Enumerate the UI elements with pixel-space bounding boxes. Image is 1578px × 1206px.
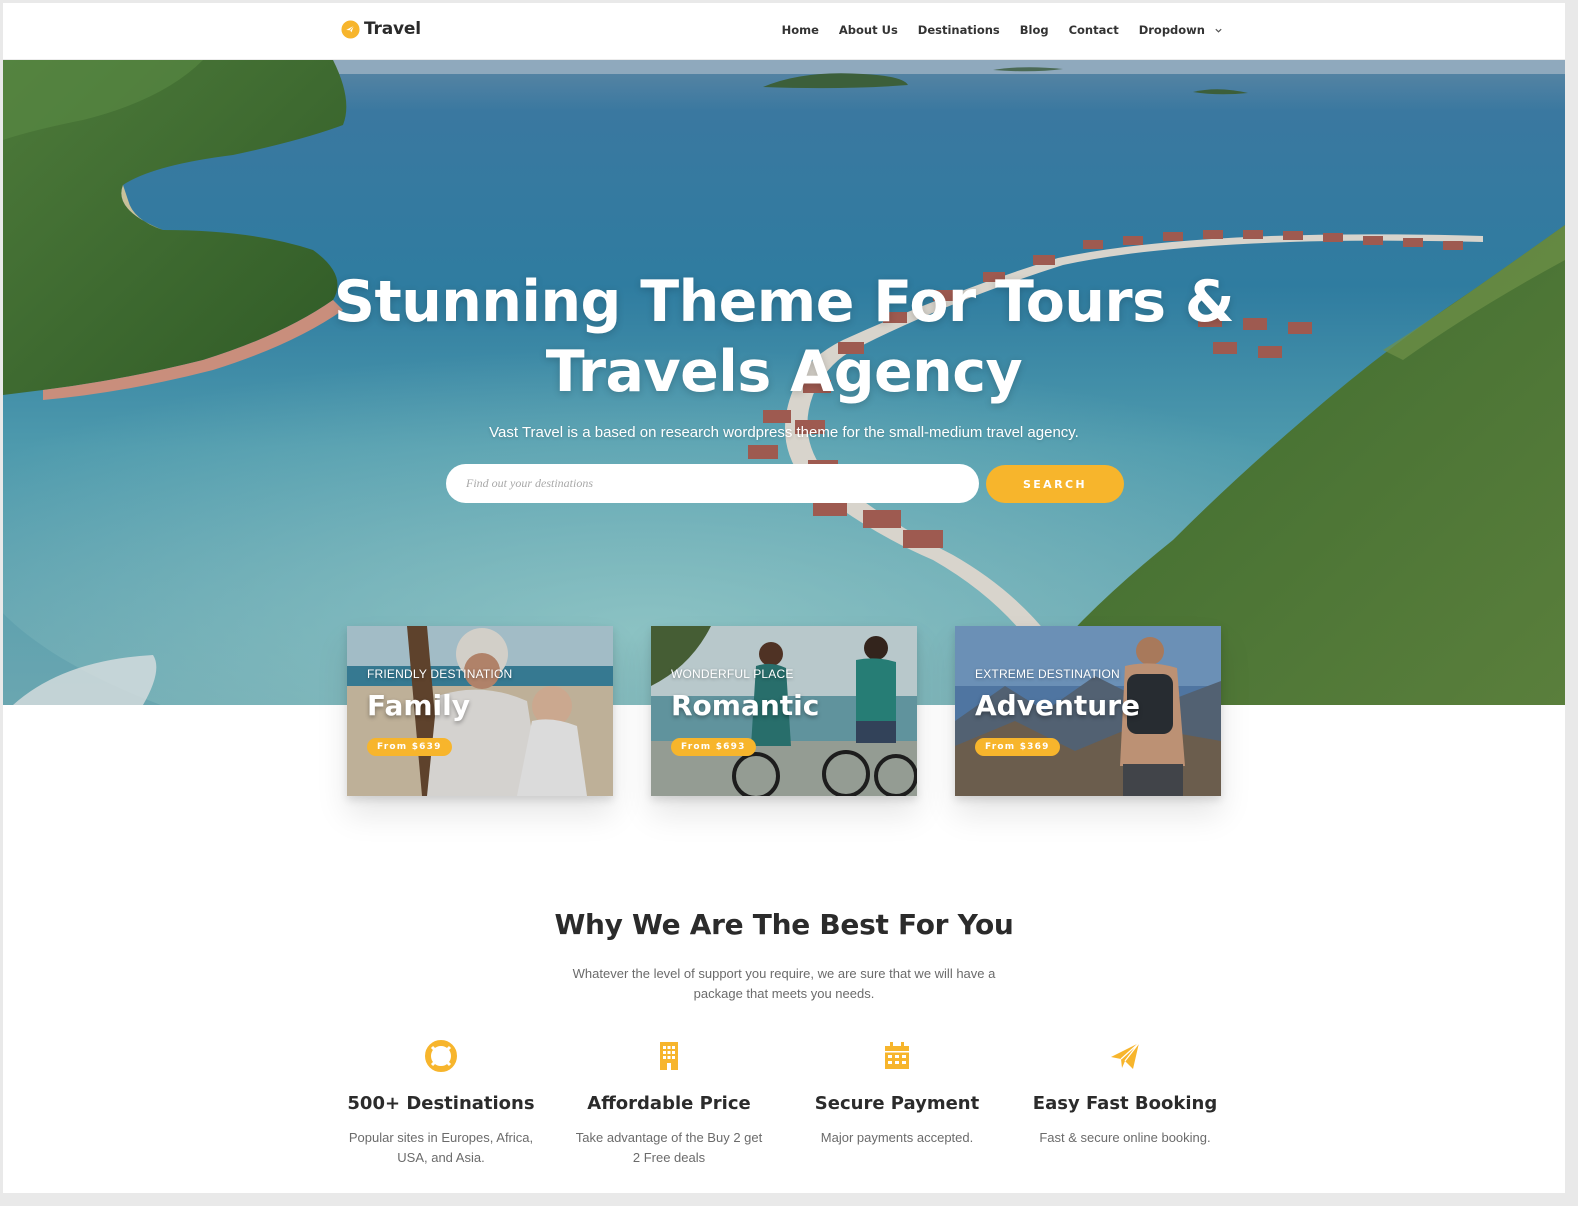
hero-subtitle: Vast Travel is a based on research wordp…	[489, 424, 1079, 441]
site-header: Travel Home About Us Destinations Blog C…	[3, 3, 1565, 60]
card-title: Adventure	[975, 689, 1141, 722]
nav-dropdown-label: Dropdown	[1138, 23, 1205, 37]
card-title: Family	[367, 689, 471, 722]
destination-search-input[interactable]	[446, 464, 979, 503]
page: Travel Home About Us Destinations Blog C…	[3, 3, 1565, 1193]
hero-title: Stunning Theme For Tours & Travels Agenc…	[3, 267, 1565, 407]
main-nav: Home About Us Destinations Blog Contact …	[782, 23, 1223, 37]
nav-about-us[interactable]: About Us	[839, 23, 898, 37]
price-badge: From $639	[367, 738, 452, 756]
card-title: Romantic	[671, 689, 820, 722]
hero-title-line-2: Travels Agency	[545, 339, 1023, 405]
feature-title: Easy Fast Booking	[1032, 1093, 1218, 1114]
feature-destinations: 500+ Destinations Popular sites in Europ…	[331, 1040, 551, 1167]
nav-destinations[interactable]: Destinations	[918, 23, 1000, 37]
card-eyebrow: WONDERFUL PLACE	[671, 667, 794, 681]
feature-booking: Easy Fast Booking Fast & secure online b…	[1015, 1040, 1235, 1148]
feature-title: Affordable Price	[587, 1093, 751, 1114]
feature-text: Popular sites in Europes, Africa, USA, a…	[348, 1130, 534, 1165]
feature-text: Take advantage of the Buy 2 get 2 Free d…	[575, 1130, 763, 1165]
building-icon	[660, 1042, 678, 1070]
price-badge: From $693	[671, 738, 756, 756]
section-description: Whatever the level of support you requir…	[572, 966, 996, 1001]
destination-card-adventure[interactable]: EXTREME DESTINATION Adventure From $369	[955, 626, 1221, 796]
logo-text: Travel	[364, 19, 421, 39]
price-badge: From $369	[975, 738, 1060, 756]
card-eyebrow: FRIENDLY DESTINATION	[367, 667, 513, 681]
hero-title-line-1: Stunning Theme For Tours &	[333, 269, 1235, 335]
hero-section: Stunning Theme For Tours & Travels Agenc…	[3, 60, 1565, 705]
nav-dropdown[interactable]: Dropdown	[1139, 23, 1223, 37]
feature-title: 500+ Destinations	[347, 1093, 535, 1114]
search-button[interactable]: SEARCH	[986, 465, 1124, 503]
feature-price: Affordable Price Take advantage of the B…	[559, 1040, 779, 1167]
card-eyebrow: EXTREME DESTINATION	[975, 667, 1120, 681]
chevron-down-icon	[1215, 28, 1222, 33]
calendar-icon	[885, 1042, 909, 1069]
logo-icon	[341, 19, 360, 39]
lifebuoy-icon	[425, 1040, 457, 1072]
nav-blog[interactable]: Blog	[1020, 23, 1049, 37]
feature-title: Secure Payment	[814, 1093, 980, 1114]
destination-card-family[interactable]: FRIENDLY DESTINATION Family From $639	[347, 626, 613, 796]
destination-card-romantic[interactable]: WONDERFUL PLACE Romantic From $693	[651, 626, 917, 796]
feature-text: Fast & secure online booking.	[1039, 1130, 1211, 1145]
nav-contact[interactable]: Contact	[1069, 23, 1119, 37]
feature-text: Major payments accepted.	[820, 1130, 974, 1145]
logo[interactable]: Travel	[341, 19, 421, 39]
section-title: Why We Are The Best For You	[554, 908, 1014, 941]
nav-home[interactable]: Home	[782, 23, 819, 37]
paper-plane-icon	[1111, 1042, 1140, 1069]
feature-payment: Secure Payment Major payments accepted.	[787, 1040, 1007, 1148]
